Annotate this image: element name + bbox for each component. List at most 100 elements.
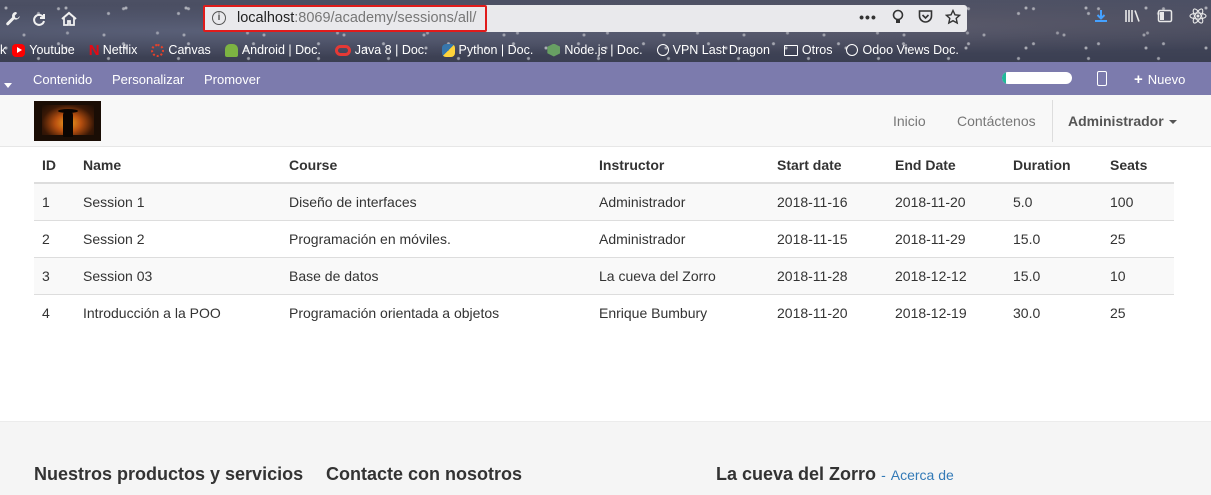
- lightbulb-icon[interactable]: [889, 9, 907, 28]
- browser-toolbar: i localhost:8069/academy/sessions/all/ •…: [0, 0, 1211, 62]
- table-cell: 15.0: [1005, 219, 1102, 257]
- bookmarks-bar: k Youtube N Netflix Canvas Android | Doc.…: [0, 39, 973, 61]
- bookmark-youtube[interactable]: Youtube: [12, 43, 75, 57]
- table-row[interactable]: 2 Session 2 Programación en móviles. Admini…: [34, 219, 1174, 257]
- table-header: ID Name Course Instructor Start date End Date…: [34, 147, 1174, 184]
- table-cell: Session 1: [75, 182, 281, 220]
- table-cell: 1: [34, 182, 75, 220]
- table-row[interactable]: 1 Session 1 Diseño de interfaces Administra…: [34, 182, 1174, 220]
- table-cell: 15.0: [1005, 256, 1102, 294]
- globe-icon: [656, 44, 669, 56]
- table-cell: Administrador: [591, 182, 769, 220]
- table-cell: Base de datos: [281, 256, 591, 294]
- footer-products-heading: Nuestros productos y servicios: [34, 464, 304, 484]
- menu-promover[interactable]: Promover: [204, 72, 260, 87]
- globe-icon: [846, 44, 859, 56]
- table-cell: Session 2: [75, 219, 281, 257]
- library-icon[interactable]: [1122, 8, 1144, 28]
- table-cell: Administrador: [591, 219, 769, 257]
- nav-contactenos[interactable]: Contáctenos: [957, 113, 1036, 129]
- sidebar-icon[interactable]: [1154, 8, 1176, 28]
- bookmark-java-doc[interactable]: Java 8 | Doc.: [334, 43, 428, 57]
- table-cell: 5.0: [1005, 182, 1102, 220]
- table-cell: 2: [34, 219, 75, 257]
- netflix-icon: N: [88, 41, 100, 59]
- column-header: Start date: [769, 147, 887, 184]
- menu-personalizar[interactable]: Personalizar: [112, 72, 184, 87]
- table-row[interactable]: 4 Introducción a la POO Programación orien…: [34, 293, 1174, 331]
- footer-contact-heading: Contacte con nosotros: [326, 464, 523, 484]
- table-cell: 3: [34, 256, 75, 294]
- table-cell: 2018-11-15: [769, 219, 887, 257]
- bookmark-overflow-fragment: k: [0, 43, 7, 57]
- table-cell: Introducción a la POO: [75, 293, 281, 331]
- table-cell: 100: [1102, 182, 1174, 220]
- address-bar[interactable]: i localhost:8069/academy/sessions/all/ •…: [203, 5, 967, 32]
- android-icon: [224, 43, 238, 57]
- about-separator: -: [881, 467, 886, 483]
- sessions-table: ID Name Course Instructor Start date End Date…: [34, 147, 1174, 331]
- bookmark-label: Python | Doc.: [458, 43, 534, 57]
- chevron-down-icon: [1168, 120, 1177, 125]
- column-header: Duration: [1005, 147, 1102, 184]
- table-cell: 2018-11-20: [769, 293, 887, 331]
- column-header: Instructor: [591, 147, 769, 184]
- plus-icon: +: [1134, 71, 1143, 88]
- user-menu[interactable]: Administrador: [1068, 113, 1177, 129]
- table-cell: 30.0: [1005, 293, 1102, 331]
- bookmark-star-icon[interactable]: [944, 8, 962, 28]
- table-cell: 2018-11-20: [887, 182, 1005, 220]
- apps-menu-caret-icon[interactable]: [4, 76, 12, 91]
- bookmark-canvas[interactable]: Canvas: [151, 43, 211, 57]
- bookmark-python-doc[interactable]: Python | Doc.: [441, 43, 534, 57]
- bookmark-label: VPN Last Dragon: [672, 43, 770, 57]
- home-icon[interactable]: [58, 8, 80, 30]
- nav-inicio[interactable]: Inicio: [893, 113, 926, 129]
- table-cell: Programación orientada a objetos: [281, 293, 591, 331]
- about-link[interactable]: Acerca de: [891, 467, 954, 483]
- nodejs-icon: [547, 43, 561, 57]
- bookmark-label: Android | Doc.: [241, 43, 321, 57]
- new-content-button[interactable]: + Nuevo: [1134, 71, 1185, 88]
- folder-icon: [783, 44, 798, 56]
- canvas-icon: [151, 43, 165, 57]
- tools-wrench-icon[interactable]: [2, 8, 24, 30]
- url-text[interactable]: localhost:8069/academy/sessions/all/: [237, 10, 476, 26]
- bookmark-nodejs-doc[interactable]: Node.js | Doc.: [547, 43, 643, 57]
- table-cell: Diseño de interfaces: [281, 182, 591, 220]
- bookmark-vpn[interactable]: VPN Last Dragon: [656, 43, 770, 57]
- table-cell: 2018-11-28: [769, 256, 887, 294]
- menu-contenido[interactable]: Contenido: [33, 72, 92, 87]
- bookmark-odoo-views[interactable]: Odoo Views Doc.: [846, 43, 959, 57]
- table-cell: 2018-11-29: [887, 219, 1005, 257]
- reload-icon[interactable]: [28, 8, 50, 30]
- table-cell: 25: [1102, 293, 1174, 331]
- bookmark-android-doc[interactable]: Android | Doc.: [224, 43, 321, 57]
- column-header: Seats: [1102, 147, 1174, 184]
- table-cell: 2018-12-12: [887, 256, 1005, 294]
- mobile-preview-icon[interactable]: [1097, 71, 1107, 86]
- bookmark-label: Node.js | Doc.: [564, 43, 643, 57]
- page-actions-icon[interactable]: •••: [859, 9, 877, 25]
- bookmark-label: Netflix: [102, 43, 138, 57]
- pocket-icon[interactable]: [916, 9, 934, 27]
- table-row[interactable]: 3 Session 03 Base de datos La cueva del Zor…: [34, 256, 1174, 294]
- website-editor-bar: Contenido Personalizar Promover + Nuevo: [0, 62, 1211, 95]
- url-host: localhost: [237, 10, 295, 26]
- user-name: Administrador: [1068, 113, 1164, 129]
- website-header: Inicio Contáctenos Administrador: [0, 95, 1211, 147]
- react-devtools-icon[interactable]: [1187, 8, 1209, 28]
- python-icon: [441, 43, 455, 57]
- bookmark-netflix[interactable]: N Netflix: [88, 41, 138, 59]
- site-info-icon[interactable]: i: [212, 11, 226, 25]
- url-path: :8069/academy/sessions/all/: [294, 10, 477, 26]
- seo-progress-fill: [1002, 72, 1006, 84]
- downloads-icon[interactable]: [1090, 8, 1112, 28]
- table-cell: La cueva del Zorro: [591, 256, 769, 294]
- footer: Nuestros productos y servicios Contacte …: [0, 421, 1211, 495]
- youtube-icon: [12, 43, 26, 57]
- site-logo[interactable]: [34, 101, 101, 141]
- bookmark-folder-otros[interactable]: Otros: [783, 43, 832, 57]
- table-body: 1 Session 1 Diseño de interfaces Administra…: [34, 182, 1174, 331]
- table-cell: 2018-11-16: [769, 182, 887, 220]
